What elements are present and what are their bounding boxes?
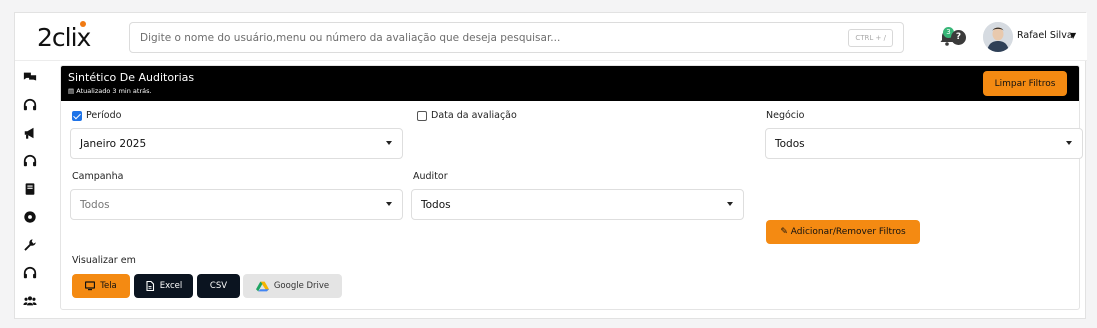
campanha-select[interactable]: Todos — [70, 189, 403, 220]
sidebar — [15, 61, 45, 319]
chevron-down-icon — [727, 202, 733, 206]
periodo-checkbox[interactable] — [72, 111, 82, 121]
page-title: Sintético De Auditorias — [68, 71, 195, 84]
campanha-value: Todos — [80, 199, 110, 211]
periodo-label: Período — [86, 110, 122, 121]
user-menu-chevron-icon[interactable]: ▼ — [1070, 31, 1076, 40]
negocio-select[interactable]: Todos — [765, 128, 1083, 159]
data-avaliacao-checkbox[interactable] — [417, 111, 427, 121]
auditor-select[interactable]: Todos — [411, 189, 744, 220]
file-icon — [146, 281, 154, 291]
search-input[interactable] — [140, 23, 840, 52]
campanha-label: Campanha — [72, 171, 124, 182]
headset-icon[interactable] — [22, 97, 37, 112]
chevron-down-icon — [386, 202, 392, 206]
database-icon: ▤ — [68, 87, 75, 95]
chevron-down-icon — [386, 141, 392, 145]
user-name[interactable]: Rafael Silva — [1017, 30, 1073, 41]
card-header: Sintético De Auditorias ▤ Atualizado 3 m… — [61, 66, 1079, 101]
view-tela-button[interactable]: Tela — [72, 274, 130, 298]
search-shortcut: CTRL + / — [848, 29, 893, 47]
view-excel-button[interactable]: Excel — [134, 274, 193, 298]
logo-dot — [80, 21, 86, 27]
last-updated: ▤ Atualizado 3 min atrás. — [68, 87, 152, 95]
report-card: Sintético De Auditorias ▤ Atualizado 3 m… — [60, 65, 1083, 310]
book-icon[interactable] — [22, 181, 37, 196]
headset-icon[interactable] — [22, 265, 37, 280]
auditor-value: Todos — [421, 199, 451, 211]
google-drive-icon — [255, 281, 269, 291]
wrench-icon[interactable] — [22, 237, 37, 252]
monitor-icon — [85, 281, 96, 291]
help-icon[interactable]: ? — [951, 30, 966, 45]
periodo-select[interactable]: Janeiro 2025 — [70, 128, 403, 159]
negocio-label: Negócio — [766, 110, 805, 121]
add-remove-filters-button[interactable]: ✎ Adicionar/Remover Filtros — [766, 220, 920, 244]
chat-icon[interactable] — [22, 69, 37, 84]
avatar[interactable] — [983, 22, 1013, 52]
app-frame: 2clix CTRL + / 3 ? Rafael Silva ▼ — [14, 12, 1087, 319]
visualizar-label: Visualizar em — [72, 255, 136, 266]
auditor-label: Auditor — [413, 171, 448, 182]
chevron-down-icon — [1066, 141, 1072, 145]
periodo-value: Janeiro 2025 — [80, 138, 147, 150]
clear-filters-button[interactable]: Limpar Filtros — [983, 71, 1067, 96]
top-header: 2clix CTRL + / 3 ? Rafael Silva ▼ — [15, 13, 1087, 61]
negocio-value: Todos — [775, 138, 805, 150]
view-csv-button[interactable]: CSV — [197, 274, 240, 298]
view-google-drive-button[interactable]: Google Drive — [243, 274, 342, 298]
cog-icon[interactable] — [22, 209, 37, 224]
search-box[interactable]: CTRL + / — [129, 22, 904, 53]
headset-icon[interactable] — [22, 153, 37, 168]
data-avaliacao-label: Data da avaliação — [431, 110, 517, 121]
logo[interactable]: 2clix — [37, 23, 91, 52]
pencil-icon: ✎ — [780, 227, 788, 237]
users-icon[interactable] — [22, 293, 37, 308]
megaphone-icon[interactable] — [22, 125, 37, 140]
